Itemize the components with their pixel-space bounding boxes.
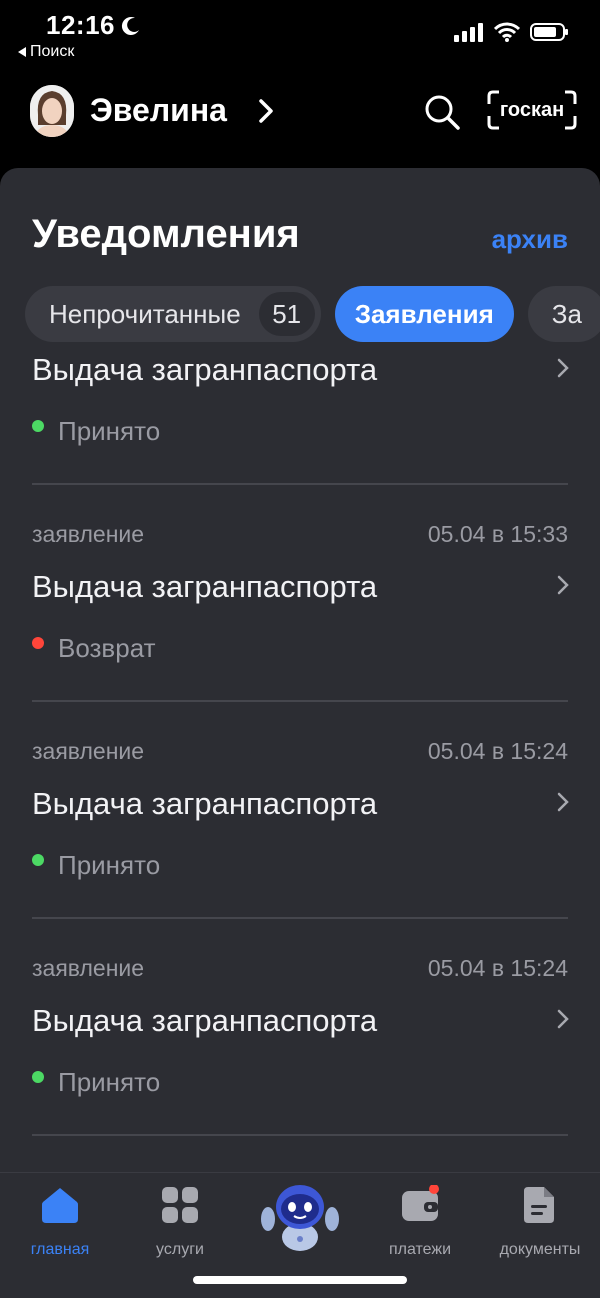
archive-link[interactable]: архив xyxy=(492,224,568,255)
item-type: заявление xyxy=(32,738,145,764)
item-date: 05.04 в 15:24 xyxy=(427,738,568,764)
avatar[interactable] xyxy=(30,85,74,137)
item-status: Принято xyxy=(58,850,161,880)
nav-payments-label: платежи xyxy=(388,1241,452,1258)
tab-partial-label: За xyxy=(551,298,582,329)
nav-home[interactable]: главная xyxy=(0,1183,120,1263)
nav-documents[interactable]: документы xyxy=(480,1183,600,1263)
chevron-right-icon[interactable] xyxy=(256,98,276,124)
status-icons xyxy=(454,22,570,42)
cellular-signal-icon xyxy=(454,23,483,42)
page-title: Уведомления xyxy=(32,212,300,256)
item-type: заявление xyxy=(32,521,145,547)
status-time: 12:16 xyxy=(46,10,141,41)
document-icon xyxy=(524,1187,554,1223)
item-type: заявление xyxy=(32,955,145,981)
grid-icon xyxy=(162,1187,198,1223)
search-icon[interactable] xyxy=(422,92,462,132)
status-dot-accepted xyxy=(32,1071,44,1083)
tab-partial[interactable]: За xyxy=(527,286,600,342)
goscan-label: госкан xyxy=(499,99,565,121)
home-indicator[interactable] xyxy=(193,1276,407,1284)
nav-services[interactable]: услуги xyxy=(120,1183,240,1263)
goscan-button[interactable]: госкан xyxy=(487,90,577,130)
list-item[interactable]: заявление 05.04 в 15:24 Выдача загранпас… xyxy=(0,919,600,1136)
nav-documents-label: документы xyxy=(499,1241,581,1258)
status-dot-accepted xyxy=(32,420,44,432)
status-dot-accepted xyxy=(32,854,44,866)
profile-header: Эвелина госкан xyxy=(0,80,600,144)
item-title: Выдача загранпаспорта xyxy=(32,569,378,604)
home-icon xyxy=(42,1188,78,1223)
battery-icon xyxy=(530,23,568,41)
tab-applications[interactable]: Заявления xyxy=(334,286,514,342)
nav-payments[interactable]: платежи xyxy=(360,1183,480,1263)
list-item[interactable]: заявление 05.04 в 15:24 Выдача загранпас… xyxy=(0,702,600,919)
divider xyxy=(32,1134,568,1136)
moon-icon xyxy=(121,16,139,35)
back-to-search-button[interactable]: Поиск xyxy=(18,43,74,61)
item-status: Принято xyxy=(58,1067,161,1097)
avatar-photo xyxy=(30,85,74,137)
unread-count-badge: 51 xyxy=(258,292,315,336)
item-status: Возврат xyxy=(58,633,156,663)
status-dot-returned xyxy=(32,637,44,649)
item-status: Принято xyxy=(58,416,161,446)
tab-unread-label: Непрочитанные xyxy=(49,298,241,329)
wallet-icon xyxy=(402,1185,439,1221)
back-label: Поиск xyxy=(30,43,75,60)
chevron-right-icon xyxy=(557,792,569,812)
notification-list: Выдача загранпаспорта Принято заявление … xyxy=(0,344,600,1136)
tab-unread[interactable]: Непрочитанные 51 xyxy=(25,286,321,342)
nav-services-label: услуги xyxy=(156,1241,204,1258)
time-text: 12:16 xyxy=(46,10,115,40)
tab-applications-label: Заявления xyxy=(354,298,494,329)
item-date: 05.04 в 15:24 xyxy=(427,955,568,981)
status-bar: 12:16 Поиск xyxy=(0,0,600,70)
list-item[interactable]: Выдача загранпаспорта Принято xyxy=(0,344,600,485)
item-title: Выдача загранпаспорта xyxy=(32,786,378,821)
chevron-right-icon xyxy=(557,575,569,595)
chevron-right-icon xyxy=(557,358,569,378)
chevron-right-icon xyxy=(557,1009,569,1029)
item-title: Выдача загранпаспорта xyxy=(32,352,378,387)
filter-tabs: Непрочитанные 51 Заявления За xyxy=(25,286,600,342)
item-date: 05.04 в 15:33 xyxy=(427,521,568,547)
back-arrow-icon xyxy=(18,47,26,57)
nav-home-label: главная xyxy=(30,1241,90,1258)
notifications-card: Уведомления архив Непрочитанные 51 Заявл… xyxy=(0,168,600,1298)
wifi-icon xyxy=(494,22,520,42)
app-screen: 12:16 Поиск Эвелина госкан Уведомления а… xyxy=(0,0,600,1298)
user-name[interactable]: Эвелина xyxy=(90,92,227,129)
item-title: Выдача загранпаспорта xyxy=(32,1003,378,1038)
robot-assistant-icon[interactable] xyxy=(258,1181,342,1253)
list-item[interactable]: заявление 05.04 в 15:33 Выдача загранпас… xyxy=(0,485,600,702)
